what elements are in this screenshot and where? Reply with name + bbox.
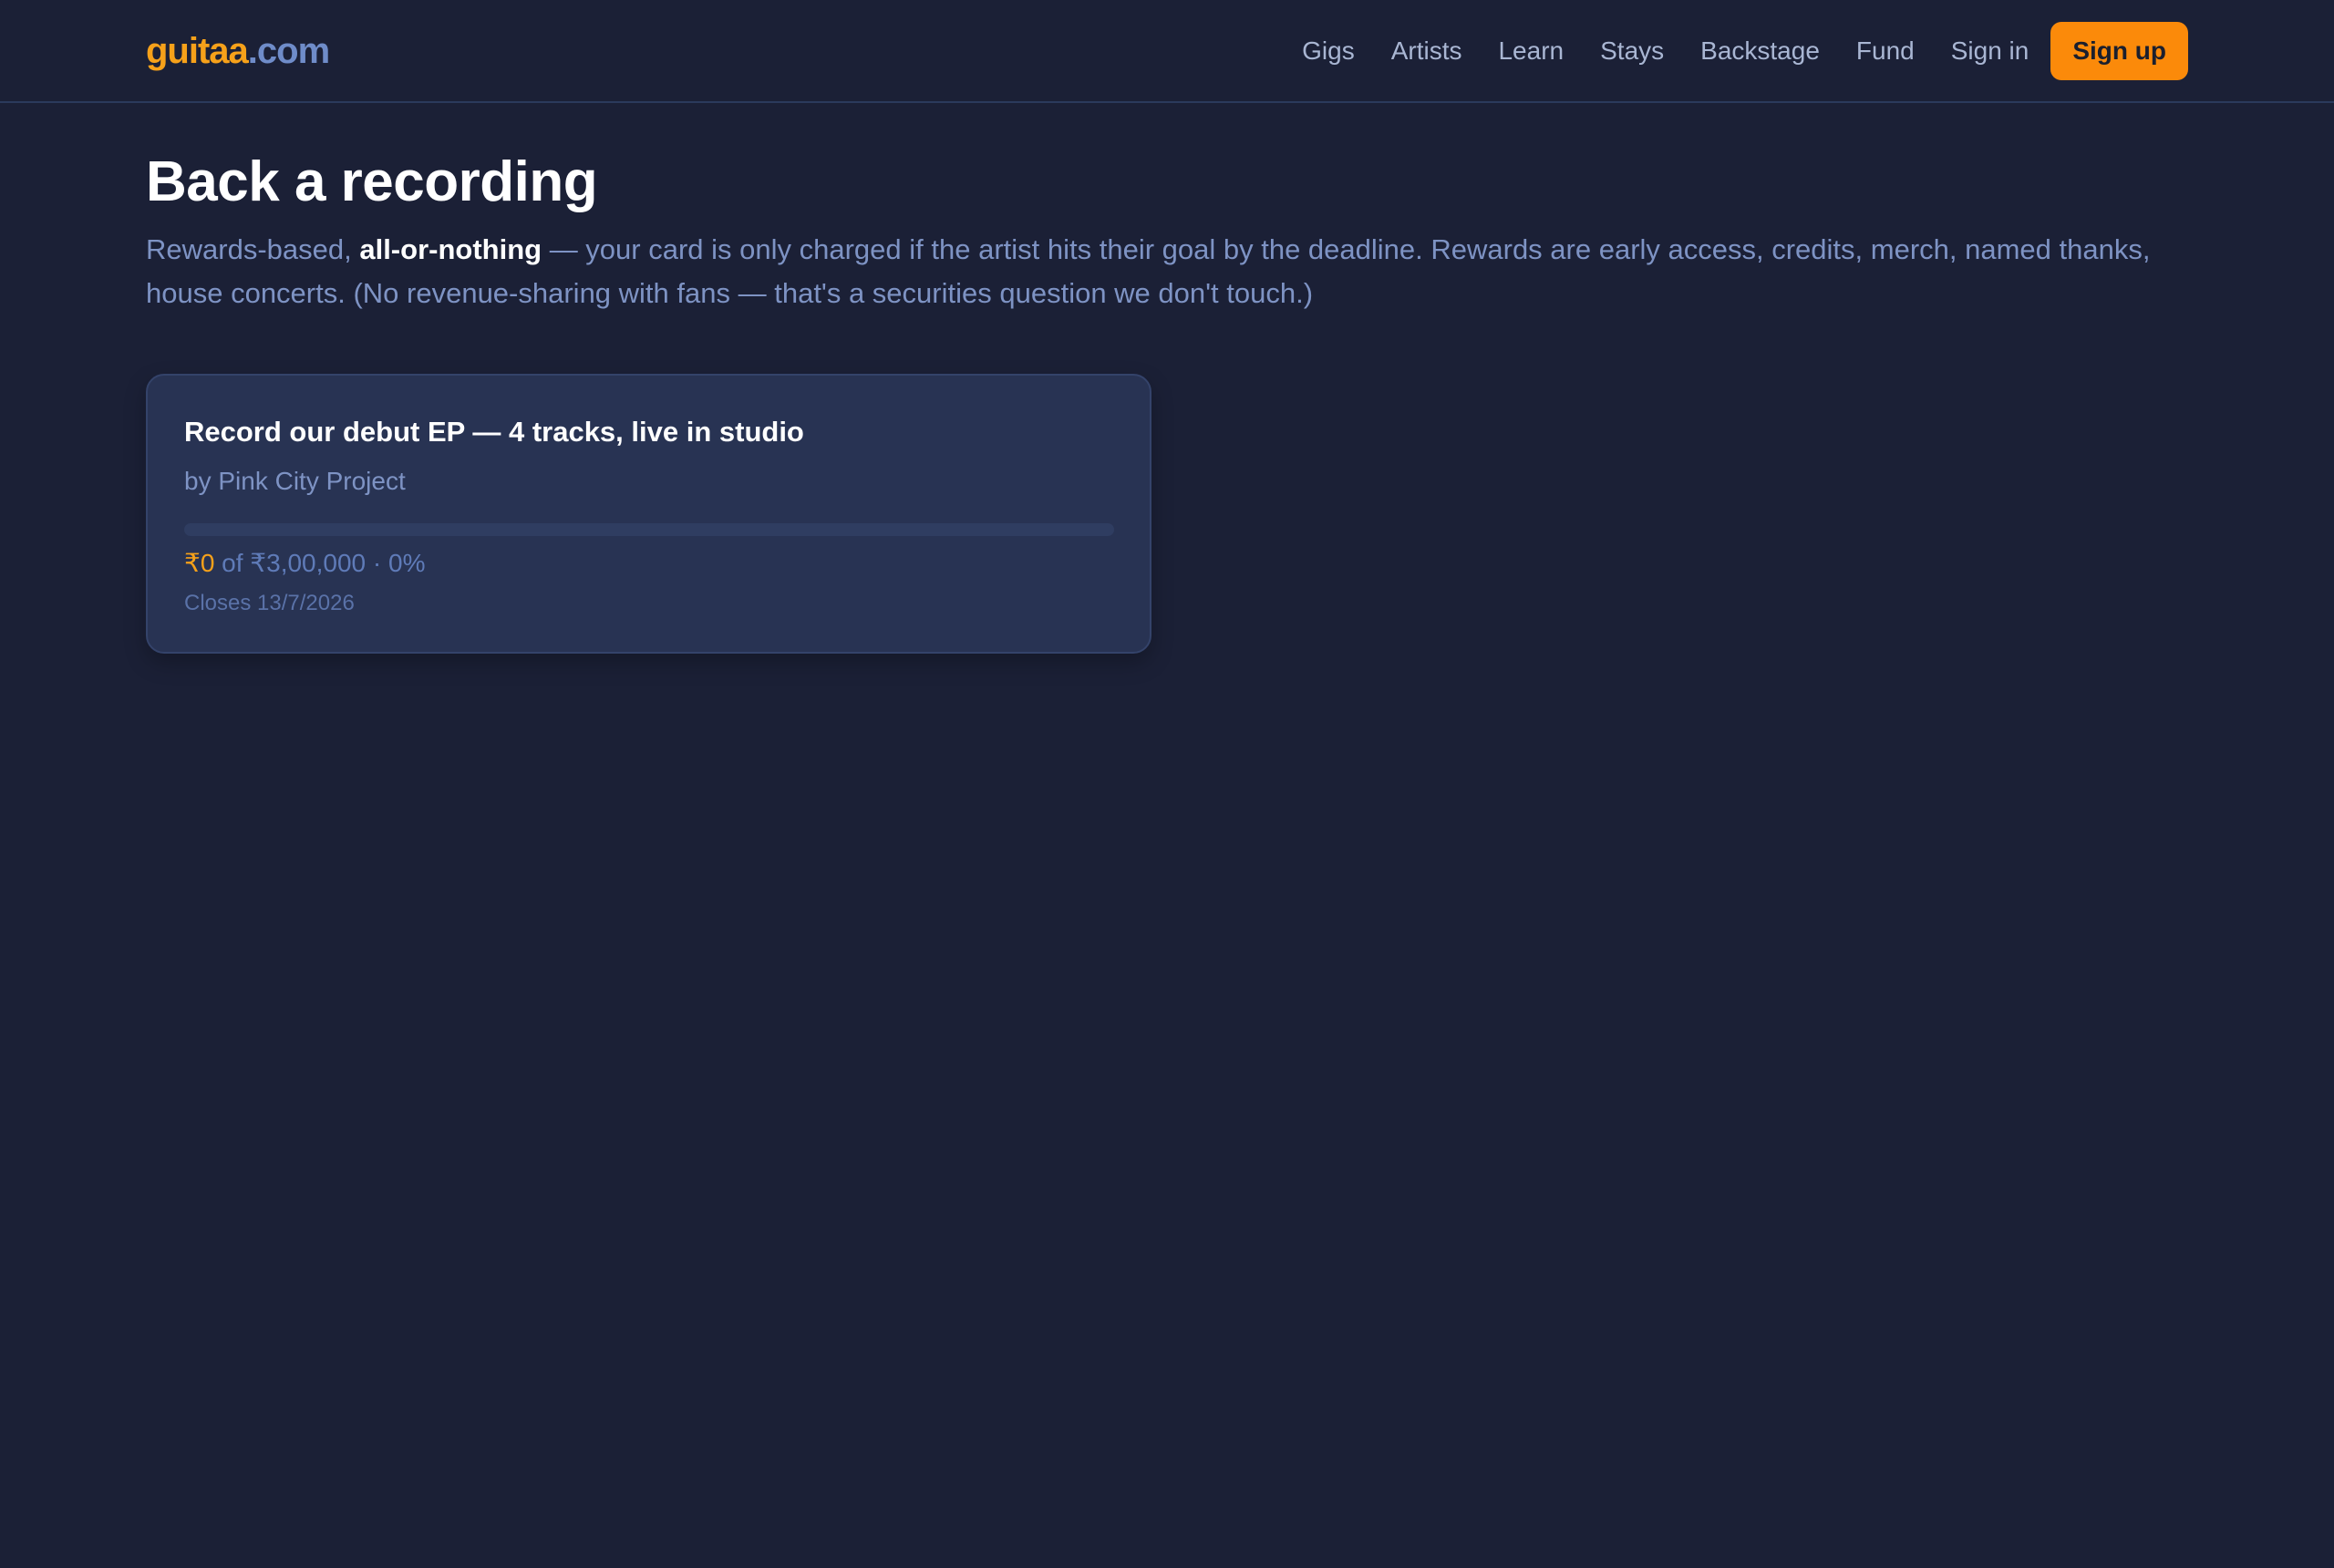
nav-link-gigs[interactable]: Gigs [1302,22,1355,80]
page-intro: Rewards-based, all-or-nothing — your car… [146,228,2188,315]
nav-link-fund[interactable]: Fund [1856,22,1915,80]
nav-link-learn[interactable]: Learn [1498,22,1564,80]
campaign-title[interactable]: Record our debut EP — 4 tracks, live in … [184,412,804,452]
logo-domain-text: .com [247,31,330,71]
intro-emphasis: all-or-nothing [359,233,542,265]
sign-in-link[interactable]: Sign in [1951,22,2029,80]
amount-raised: ₹0 [184,549,215,577]
nav-link-stays[interactable]: Stays [1600,22,1664,80]
nav-link-artists[interactable]: Artists [1391,22,1462,80]
intro-prefix: Rewards-based, [146,233,360,265]
funding-amount: ₹0 of ₹3,00,000 · 0% [184,545,425,582]
campaign-artist: by Pink City Project [184,467,406,495]
funding-progress-bar [184,523,1114,536]
campaign-card[interactable]: Record our debut EP — 4 tracks, live in … [146,374,1152,654]
campaign-deadline: Closes 13/7/2026 [184,591,355,615]
main-nav: Gigs Artists Learn Stays Backstage Fund … [1302,22,2188,80]
sign-up-button[interactable]: Sign up [2050,22,2188,80]
page-title: Back a recording [146,150,598,213]
logo-brand-text: guitaa [146,31,249,71]
site-logo[interactable]: guitaa.com [146,27,330,75]
nav-link-backstage[interactable]: Backstage [1700,22,1820,80]
amount-goal: of ₹3,00,000 · 0% [214,549,426,577]
top-navigation-bar: guitaa.com Gigs Artists Learn Stays Back… [0,0,2334,103]
